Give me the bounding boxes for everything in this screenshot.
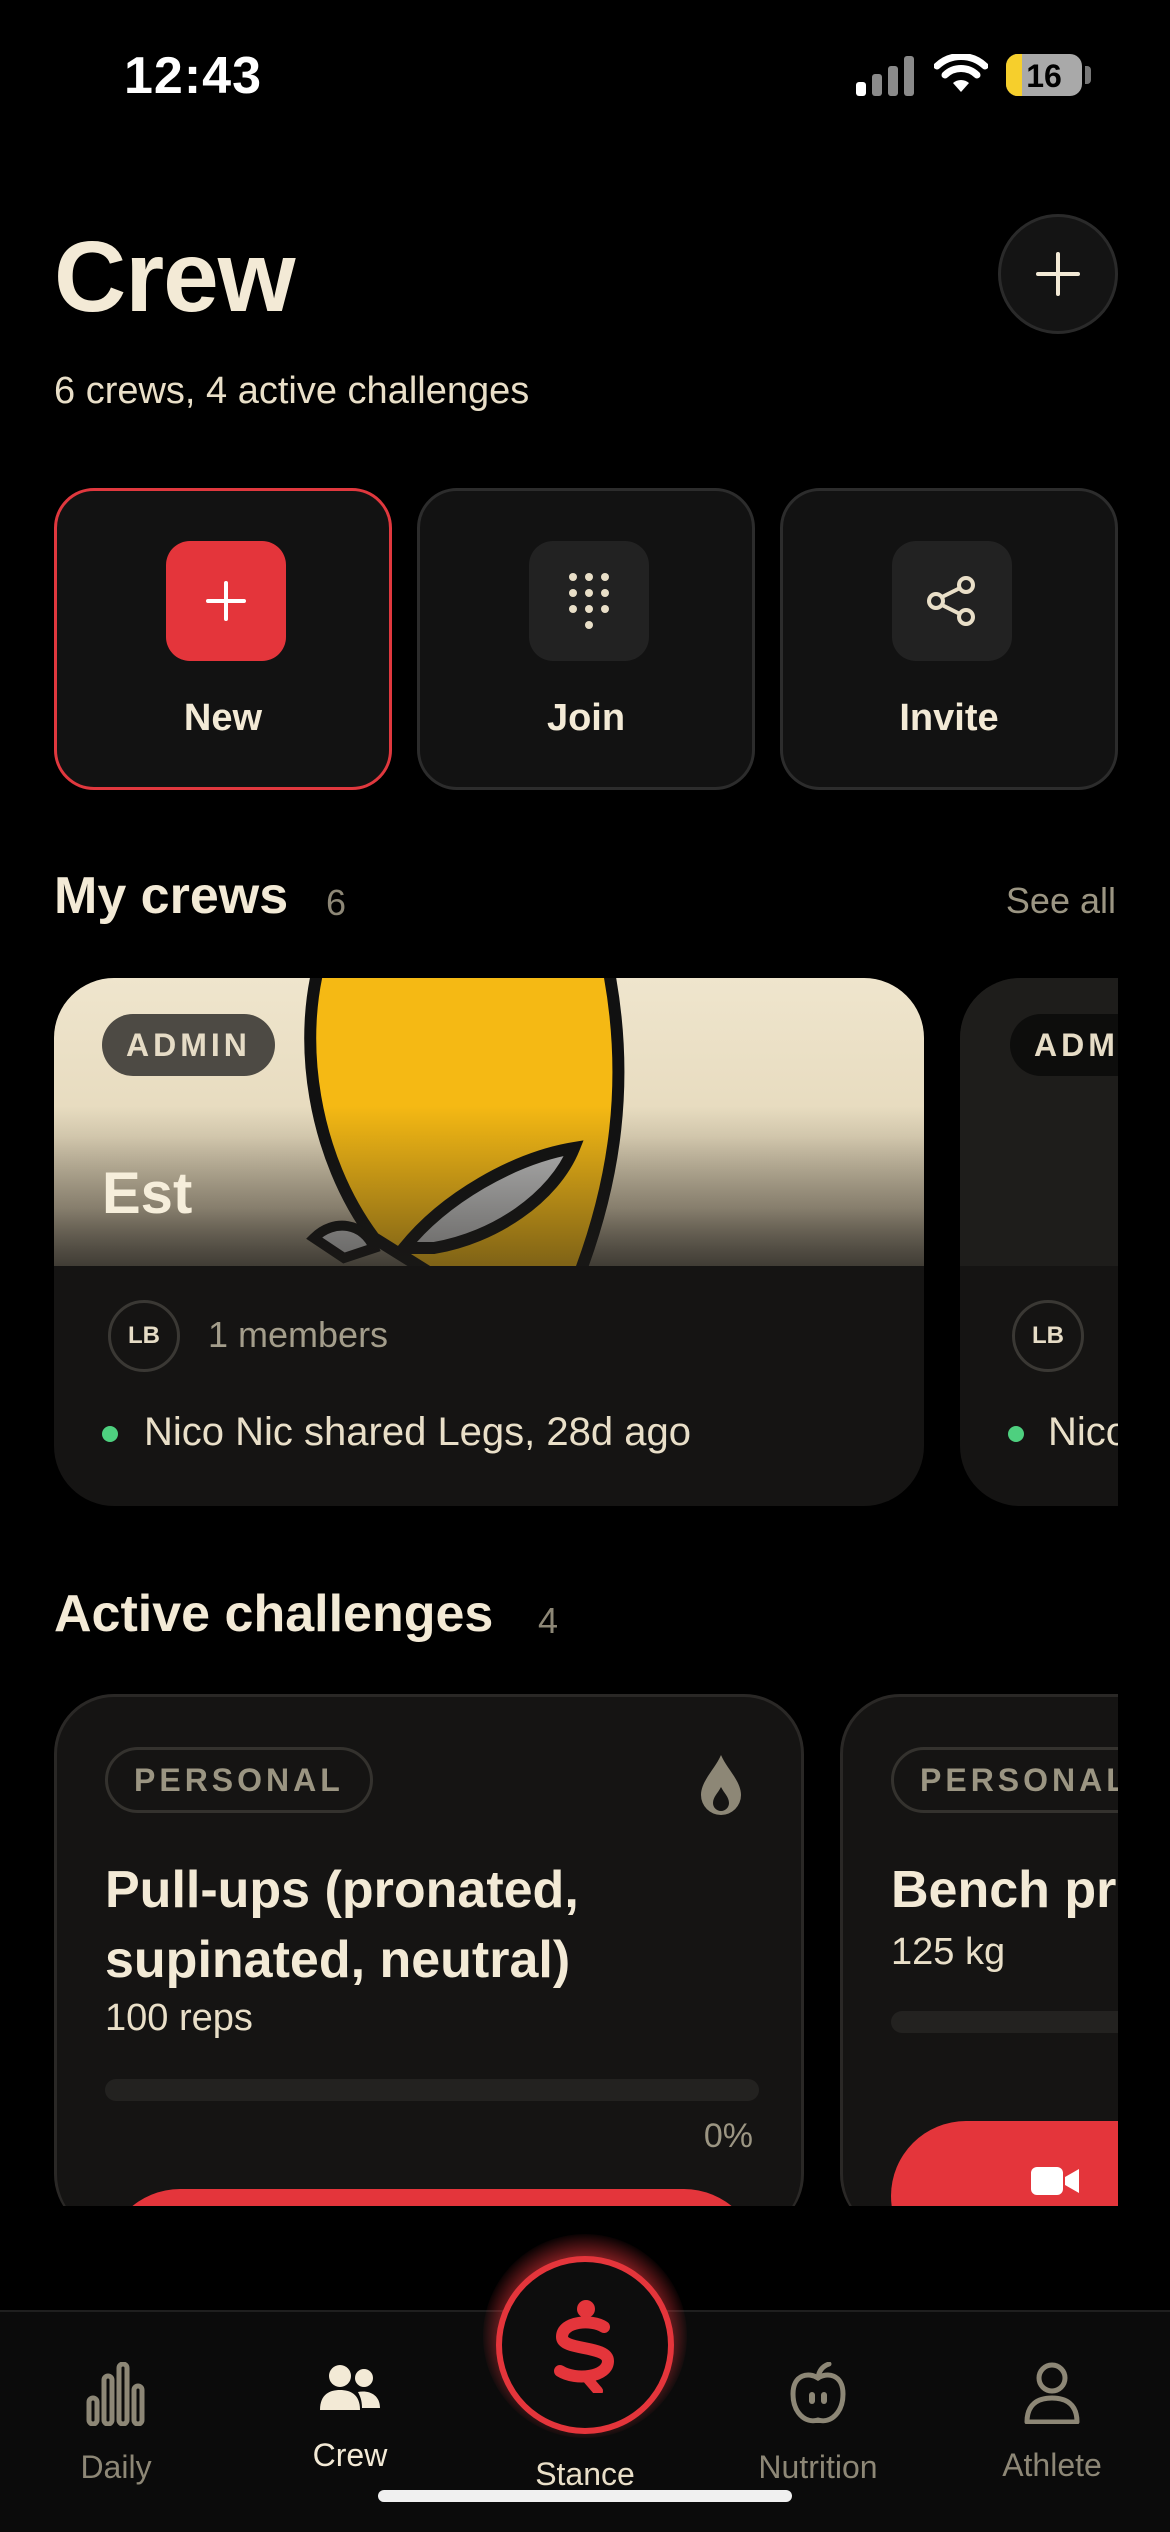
page-title: Crew [54,221,296,333]
challenge-progress-bar [105,2079,759,2101]
tab-nutrition[interactable]: Nutrition [718,2361,918,2486]
status-time: 12:43 [124,47,262,105]
person-icon [1024,2362,1080,2425]
my-crews-count: 6 [326,882,347,923]
tab-nutrition-label: Nutrition [758,2449,878,2485]
keypad-icon [569,573,609,629]
bar-chart-icon [86,2361,145,2427]
challenge-target: 125 kg [891,1931,1006,1973]
apple-icon [790,2361,846,2424]
page-subtitle: 6 crews, 4 active challenges [54,370,530,412]
join-crew-tile[interactable]: Join [417,488,755,790]
plus-icon [206,581,246,621]
wifi-icon [934,54,988,92]
video-camera-icon [1031,2167,1079,2195]
crew-banner-image: ADMIN Est [54,978,924,1266]
challenge-progress-bar [891,2011,1118,2033]
crew-card[interactable]: ADMIN Est LB 1 members Nico Nic shared L… [54,978,924,1506]
challenge-type-tag: PERSONAL [891,1747,1118,1813]
active-challenges-heading: Active challenges [54,1585,494,1643]
my-crews-heading: My crews [54,867,289,925]
challenge-card[interactable]: PERSONAL Pull-ups (pronated, supinated, … [54,1694,804,2206]
online-indicator [1008,1426,1024,1442]
plus-icon [1036,252,1080,296]
admin-badge: ADMIN [102,1014,275,1076]
tab-stance[interactable] [496,2256,674,2434]
battery-icon: 16 [1006,54,1082,96]
status-bar: 12:43 16 [0,0,1170,150]
record-video-button[interactable] [891,2121,1118,2206]
stance-logo-icon [554,2300,615,2393]
crew-name: Est [102,1161,193,1226]
crew-card[interactable]: ADMIN LB Nico Nic shared Legs, 28d ago [960,978,1118,1506]
battery-level: 16 [1026,58,1062,94]
new-crew-tile[interactable]: New [54,488,392,790]
challenges-carousel[interactable]: PERSONAL Pull-ups (pronated, supinated, … [0,1694,1118,2206]
challenge-type-tag: PERSONAL [105,1747,373,1813]
people-icon [320,2365,380,2410]
challenge-title: Pull-ups (pronated, supinated, neutral) [105,1861,579,1989]
tab-crew-label: Crew [312,2437,388,2473]
cellular-signal-icon [856,56,914,96]
add-crew-button[interactable] [998,214,1118,334]
crews-carousel[interactable]: ADMIN Est LB 1 members Nico Nic shared L… [0,978,1118,1508]
tab-athlete[interactable]: Athlete [952,2362,1152,2484]
flame-icon [701,1755,741,1815]
member-avatar: LB [1012,1300,1084,1372]
challenge-progress-percent: 0% [703,2117,753,2155]
challenge-title: Bench press [891,1861,1118,1919]
see-all-link[interactable]: See all [1006,880,1116,922]
crew-activity: Nico Nic shared Legs, 28d ago [144,1410,691,1454]
new-crew-label: New [183,697,263,739]
member-count: 1 members [208,1314,389,1355]
crew-banner-image: ADMIN [960,978,1118,1266]
tab-daily-label: Daily [80,2449,152,2485]
challenge-target: 100 reps [105,1997,253,2039]
invite-tile[interactable]: Invite [780,488,1118,790]
invite-label: Invite [899,697,999,739]
member-avatar: LB [108,1300,180,1372]
challenge-card[interactable]: PERSONAL Bench press 125 kg [840,1694,1118,2206]
join-crew-label: Join [546,697,626,739]
tab-stance-label: Stance [535,2456,635,2492]
tab-daily[interactable]: Daily [16,2361,216,2486]
log-challenge-button[interactable] [105,2189,759,2206]
online-indicator [102,1426,118,1442]
active-challenges-count: 4 [538,1600,559,1641]
tab-athlete-label: Athlete [1002,2447,1102,2483]
admin-badge: ADMIN [1010,1014,1118,1076]
crew-activity: Nico Nic shared Legs, 28d ago [1048,1410,1118,1454]
share-icon [927,576,975,626]
home-indicator [378,2490,792,2502]
tab-crew[interactable]: Crew [250,2362,450,2474]
